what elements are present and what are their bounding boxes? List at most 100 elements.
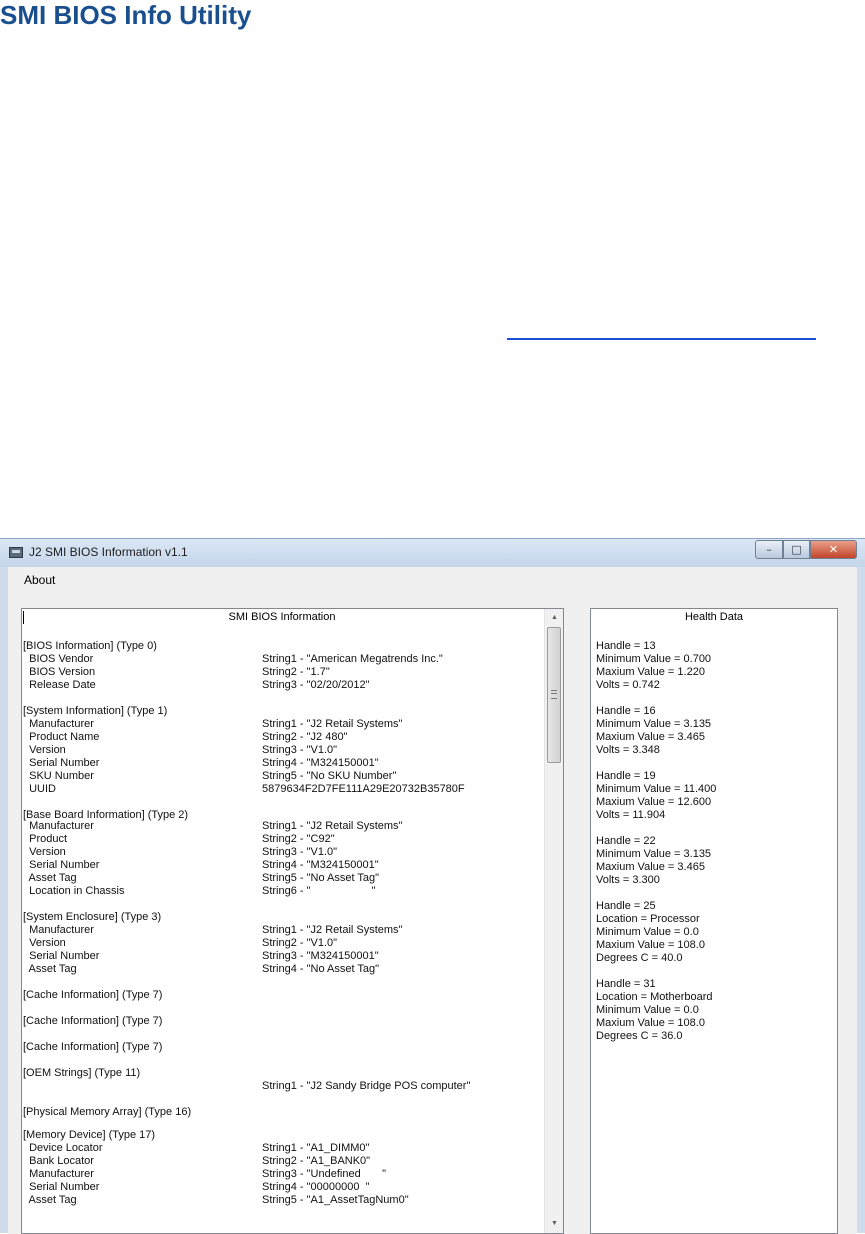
smbios-line-label: Serial Number	[23, 1181, 100, 1193]
smbios-line-value: String2 - "1.7"	[262, 666, 330, 678]
smbios-line-value: String2 - "J2 480"	[262, 731, 348, 743]
smbios-info-textbox[interactable]: SMI BIOS Information [BIOS Information] …	[21, 608, 564, 1234]
smbios-line-value: String4 - "M324150001"	[262, 859, 379, 871]
smbios-line-label: Serial Number	[23, 859, 100, 871]
hyperlink-underline[interactable]	[507, 338, 816, 340]
smbios-line-value: String3 - "V1.0"	[262, 846, 338, 858]
smbios-line-label: [BIOS Information] (Type 0)	[23, 640, 157, 652]
health-line: Minimum Value = 0.700	[596, 653, 712, 665]
health-line: Minimum Value = 0.0	[596, 926, 699, 938]
smbios-line-value: String6 - " "	[262, 885, 376, 897]
smbios-line-value: String1 - "J2 Retail Systems"	[262, 820, 403, 832]
smbios-line-label: Asset Tag	[23, 1194, 77, 1206]
health-line: Minimum Value = 3.135	[596, 718, 712, 730]
smbios-line-label: [Cache Information] (Type 7)	[23, 1015, 163, 1027]
smbios-line-label: Version	[23, 937, 66, 949]
grip-icon	[551, 690, 557, 699]
smbios-line-value: String5 - "No SKU Number"	[262, 770, 397, 782]
smbios-line-label: [Memory Device] (Type 17)	[23, 1129, 156, 1141]
app-icon	[9, 547, 23, 558]
smbios-line-value: String2 - "C92"	[262, 833, 335, 845]
client-area: About SMI BIOS Information [BIOS Informa…	[8, 567, 857, 1234]
smbios-line-value: String3 - "M324150001"	[262, 950, 379, 962]
health-line: Maxium Value = 108.0	[596, 1017, 705, 1029]
smbios-line-label: Asset Tag	[23, 872, 77, 884]
smbios-line-value: String1 - "J2 Retail Systems"	[262, 718, 403, 730]
title-bar[interactable]: J2 SMI BIOS Information v1.1 – □ ✕	[0, 539, 865, 567]
smbios-line-value: String2 - "A1_BANK0"	[262, 1155, 371, 1167]
health-line: Handle = 16	[596, 705, 656, 717]
health-line: Volts = 0.742	[596, 679, 660, 691]
health-line: Maxium Value = 3.465	[596, 731, 705, 743]
smbios-panel-header: SMI BIOS Information	[228, 611, 336, 623]
smbios-line-value: String3 - "Undefined "	[262, 1168, 386, 1180]
smbios-line-label: Serial Number	[23, 950, 100, 962]
smbios-line-label: Location in Chassis	[23, 885, 125, 897]
health-line: Degrees C = 40.0	[596, 952, 683, 964]
menu-bar: About	[8, 567, 857, 589]
smbios-line-label: Version	[23, 846, 66, 858]
close-button[interactable]: ✕	[810, 540, 857, 559]
health-line: Handle = 19	[596, 770, 656, 782]
smbios-line-label: [OEM Strings] (Type 11)	[23, 1067, 141, 1079]
smbios-line-label: BIOS Vendor	[23, 653, 94, 665]
smbios-line-value: 5879634F2D7FE111A29E20732B35780F	[262, 783, 465, 795]
smbios-line-label: Device Locator	[23, 1142, 103, 1154]
smbios-line-label: Release Date	[23, 679, 96, 691]
maximize-button[interactable]: □	[783, 540, 810, 559]
health-data-textbox[interactable]: Health Data Handle = 13 Minimum Value = 0…	[590, 608, 838, 1234]
smbios-line-value: String5 - "A1_AssetTagNum0"	[262, 1194, 409, 1206]
smbios-line-label: Manufacturer	[23, 924, 94, 936]
smbios-line-value: String2 - "V1.0"	[262, 937, 338, 949]
health-line: Minimum Value = 11.400	[596, 783, 717, 795]
health-line: Maxium Value = 3.465	[596, 861, 705, 873]
smbios-line-label: Manufacturer	[23, 718, 94, 730]
health-line: Location = Processor	[596, 913, 700, 925]
health-line: Handle = 22	[596, 835, 656, 847]
smbios-line-value: String4 - "No Asset Tag"	[262, 963, 380, 975]
health-line: Volts = 3.348	[596, 744, 660, 756]
smbios-line-label: Product	[23, 833, 68, 845]
smbios-line-label: Serial Number	[23, 757, 100, 769]
smbios-line-label: SKU Number	[23, 770, 94, 782]
smbios-line-label: [System Information] (Type 1)	[23, 705, 168, 717]
smbios-line-label: Asset Tag	[23, 963, 77, 975]
app-window: J2 SMI BIOS Information v1.1 – □ ✕ About…	[0, 538, 865, 1234]
scrollbar-thumb[interactable]	[547, 627, 561, 763]
vertical-scrollbar[interactable]: ▲ ▼	[544, 609, 563, 1233]
smbios-line-label: Manufacturer	[23, 1168, 94, 1180]
document-title: SMI BIOS Info Utility	[0, 0, 252, 30]
window-title: J2 SMI BIOS Information v1.1	[29, 545, 188, 559]
health-line: Degrees C = 36.0	[596, 1030, 683, 1042]
smbios-line-label: Product Name	[23, 731, 100, 743]
smbios-line-value: String1 - "A1_DIMM0"	[262, 1142, 370, 1154]
maximize-icon: □	[791, 543, 802, 556]
health-line: Maxium Value = 12.600	[596, 796, 712, 808]
smbios-line-value: String3 - "V1.0"	[262, 744, 338, 756]
health-line: Maxium Value = 108.0	[596, 939, 705, 951]
health-line: Volts = 11.904	[596, 809, 666, 821]
health-line: Handle = 13	[596, 640, 656, 652]
smbios-line-value: String3 - "02/20/2012"	[262, 679, 370, 691]
smbios-line-value: String4 - "M324150001"	[262, 757, 379, 769]
smbios-line-label: UUID	[23, 783, 56, 795]
close-icon: ✕	[828, 543, 839, 556]
health-line: Handle = 25	[596, 900, 656, 912]
minimize-button[interactable]: –	[755, 540, 783, 559]
smbios-line-label: [System Enclosure] (Type 3)	[23, 911, 162, 923]
menu-item-about[interactable]: About	[24, 573, 55, 587]
scroll-up-arrow-icon[interactable]: ▲	[545, 610, 563, 626]
scroll-down-arrow-icon[interactable]: ▼	[545, 1216, 563, 1232]
health-line: Location = Motherboard	[596, 991, 713, 1003]
smbios-line-value: String1 - "American Megatrends Inc."	[262, 653, 443, 665]
health-line: Volts = 3.300	[596, 874, 660, 886]
smbios-line-label: [Cache Information] (Type 7)	[23, 989, 163, 1001]
smbios-line-value: String4 - "00000000 "	[262, 1181, 370, 1193]
smbios-line-label: [Cache Information] (Type 7)	[23, 1041, 163, 1053]
smbios-line-value: String1 - "J2 Retail Systems"	[262, 924, 403, 936]
smbios-line-label: Version	[23, 744, 66, 756]
smbios-line-label: Bank Locator	[23, 1155, 94, 1167]
smbios-line-value: String1 - "J2 Sandy Bridge POS computer"	[262, 1080, 471, 1092]
health-panel-header: Health Data	[684, 611, 744, 623]
smbios-line-label: [Physical Memory Array] (Type 16)	[23, 1106, 192, 1118]
